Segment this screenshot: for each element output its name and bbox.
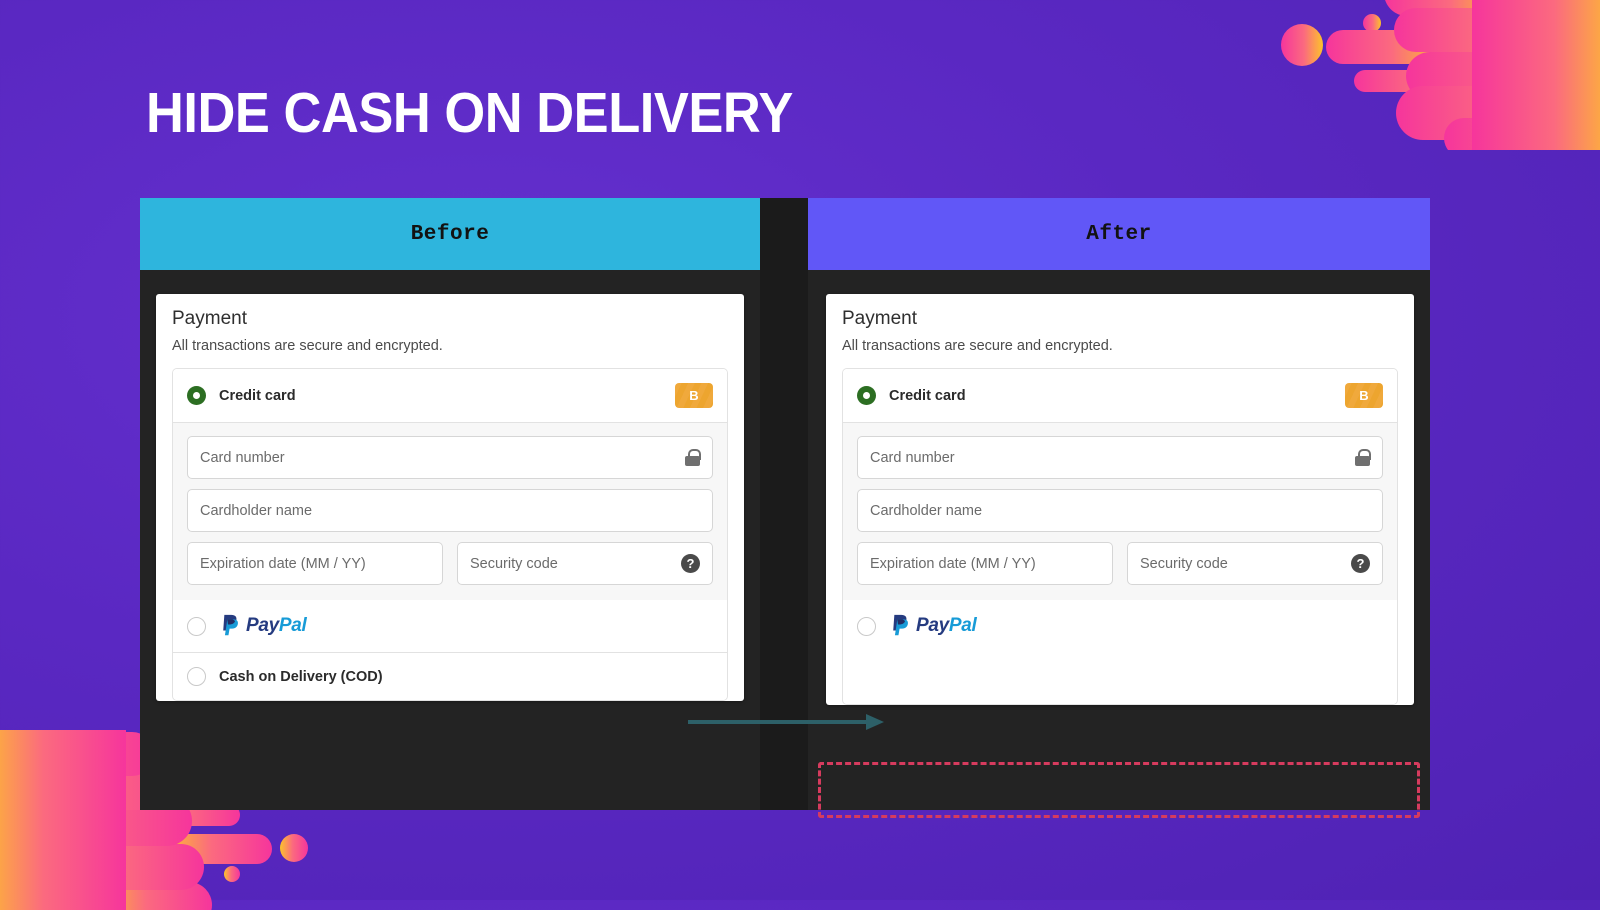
credit-card-label-after: Credit card xyxy=(889,387,966,404)
bogus-gateway-badge: B xyxy=(675,383,713,408)
radio-cash-on-delivery[interactable] xyxy=(187,667,206,686)
card-number-field-after[interactable]: Card number xyxy=(857,436,1383,479)
lock-icon xyxy=(685,449,701,466)
expiration-placeholder: Expiration date (MM / YY) xyxy=(200,555,366,572)
before-card-header: Payment All transactions are secure and … xyxy=(156,308,744,354)
before-payment-card: Payment All transactions are secure and … xyxy=(156,294,744,701)
tab-after[interactable]: After xyxy=(808,198,1430,270)
expiry-cvv-row-after: Expiration date (MM / YY) Security code … xyxy=(857,542,1383,585)
removed-method-slot xyxy=(843,652,1397,704)
paypal-pal-text: Pal xyxy=(278,615,307,636)
highlight-removed-cod-box xyxy=(818,762,1420,818)
after-payment-card: Payment All transactions are secure and … xyxy=(818,294,1420,818)
expiration-date-field[interactable]: Expiration date (MM / YY) xyxy=(187,542,443,585)
before-stage: Payment All transactions are secure and … xyxy=(140,270,760,810)
page-title: HIDE CASH ON DELIVERY xyxy=(146,81,793,145)
help-circle-icon[interactable]: ? xyxy=(681,554,700,573)
paypal-pay-text-after: Pay xyxy=(916,615,949,636)
card-number-placeholder-after: Card number xyxy=(870,449,955,466)
payment-subheading-after: All transactions are secure and encrypte… xyxy=(842,338,1113,354)
payment-heading-after: Payment xyxy=(842,308,917,329)
payment-method-paypal[interactable]: PayPal xyxy=(173,600,727,652)
expiry-cvv-row: Expiration date (MM / YY) Security code … xyxy=(187,542,713,585)
bogus-gateway-badge-after: B xyxy=(1345,383,1383,408)
after-card-header: Payment All transactions are secure and … xyxy=(826,308,1414,354)
card-number-field[interactable]: Card number xyxy=(187,436,713,479)
credit-card-fields-after: Card number Cardholder name Expiration d… xyxy=(843,422,1397,600)
cardholder-name-field[interactable]: Cardholder name xyxy=(187,489,713,532)
payment-subheading: All transactions are secure and encrypte… xyxy=(172,338,443,354)
paypal-mark-icon-after xyxy=(893,614,908,636)
before-payment-methods: Credit card B Card number Cardholder nam… xyxy=(172,368,728,701)
paypal-logo-after: PayPal xyxy=(889,614,977,638)
radio-credit-card-after[interactable] xyxy=(857,386,876,405)
paypal-logo: PayPal xyxy=(219,614,307,638)
tab-after-label: After xyxy=(1086,222,1152,246)
security-code-placeholder: Security code xyxy=(470,555,558,572)
security-code-field[interactable]: Security code ? xyxy=(457,542,713,585)
paypal-pal-text-after: Pal xyxy=(948,615,977,636)
payment-method-paypal-after[interactable]: PayPal xyxy=(843,600,1397,652)
security-code-field-after[interactable]: Security code ? xyxy=(1127,542,1383,585)
paypal-wordmark: PayPal xyxy=(246,615,307,637)
after-stage: Payment All transactions are secure and … xyxy=(808,270,1430,818)
radio-credit-card[interactable] xyxy=(187,386,206,405)
paypal-mark-icon xyxy=(223,614,238,636)
payment-method-cash-on-delivery[interactable]: Cash on Delivery (COD) xyxy=(173,652,727,700)
payment-method-credit-card-after[interactable]: Credit card B xyxy=(843,369,1397,422)
blob-svg xyxy=(1281,0,1600,160)
lock-icon-after xyxy=(1355,449,1371,466)
card-number-placeholder: Card number xyxy=(200,449,285,466)
help-circle-icon-after[interactable]: ? xyxy=(1351,554,1370,573)
paypal-wordmark-after: PayPal xyxy=(916,615,977,637)
credit-card-label: Credit card xyxy=(219,387,296,404)
before-side: Before Payment All transactions are secu… xyxy=(140,198,760,810)
after-payment-methods: Credit card B Card number Cardholder nam… xyxy=(842,368,1398,705)
credit-card-fields: Card number Cardholder name Expiration d… xyxy=(173,422,727,600)
annotation-arrow xyxy=(688,714,884,730)
tab-before-label: Before xyxy=(410,222,490,246)
radio-paypal-after[interactable] xyxy=(857,616,876,636)
tab-before[interactable]: Before xyxy=(140,198,760,270)
cardholder-name-placeholder-after: Cardholder name xyxy=(870,502,983,519)
decorative-blob-top-right xyxy=(1276,0,1600,160)
expiration-placeholder-after: Expiration date (MM / YY) xyxy=(870,555,1036,572)
expiration-date-field-after[interactable]: Expiration date (MM / YY) xyxy=(857,542,1113,585)
cardholder-name-placeholder: Cardholder name xyxy=(200,502,313,519)
cash-on-delivery-label: Cash on Delivery (COD) xyxy=(219,668,383,685)
payment-heading: Payment xyxy=(172,308,247,329)
cardholder-name-field-after[interactable]: Cardholder name xyxy=(857,489,1383,532)
payment-method-credit-card[interactable]: Credit card B xyxy=(173,369,727,422)
paypal-pay-text: Pay xyxy=(246,615,279,636)
security-code-placeholder-after: Security code xyxy=(1140,555,1228,572)
after-side: After Payment All transactions are secur… xyxy=(808,198,1430,818)
radio-paypal[interactable] xyxy=(187,616,206,636)
